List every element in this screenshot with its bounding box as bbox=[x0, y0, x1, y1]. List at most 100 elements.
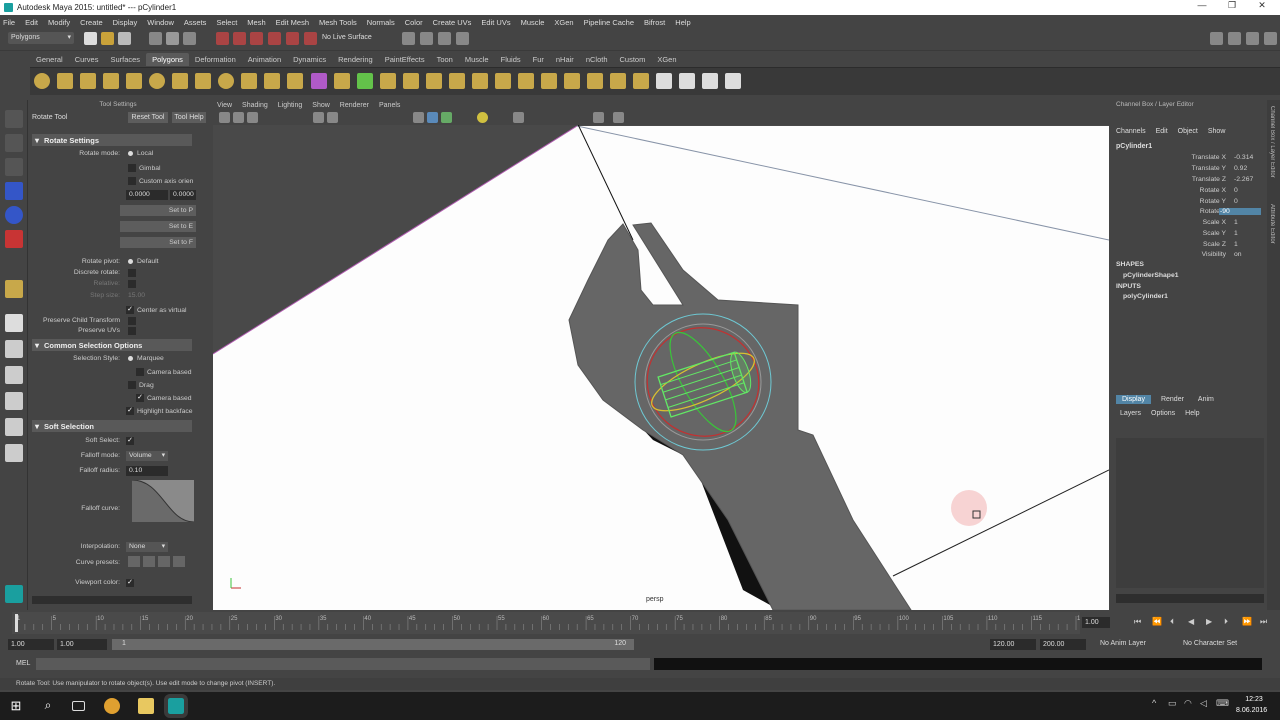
cb-menu-object[interactable]: Object bbox=[1178, 128, 1198, 135]
viewport-color-checkbox[interactable]: ✓ bbox=[126, 579, 137, 587]
axis-x-field[interactable]: 0.0000 bbox=[126, 190, 168, 200]
start-time-field[interactable]: 1.00 bbox=[8, 639, 54, 650]
selected-object-name[interactable]: pCylinder1 bbox=[1116, 143, 1152, 150]
menu-create-uvs[interactable]: Create UVs bbox=[433, 18, 472, 27]
channel-visibility[interactable]: Visibility on bbox=[1112, 251, 1262, 261]
bridge-icon[interactable] bbox=[449, 73, 465, 89]
go-to-start-icon[interactable]: ⏮ bbox=[1134, 617, 1144, 627]
platonic-solid-icon[interactable] bbox=[287, 73, 303, 89]
character-set-dropdown[interactable]: No Character Set bbox=[1183, 640, 1237, 647]
playback-start-field[interactable]: 1.00 bbox=[57, 639, 107, 650]
side-tab-attribute-editor[interactable]: Attribute Editor bbox=[1269, 204, 1275, 264]
channel-translate-x[interactable]: Translate X -0.314 bbox=[1112, 154, 1262, 164]
shelf-tab-surfaces[interactable]: Surfaces bbox=[104, 53, 146, 66]
scale-tool-icon[interactable] bbox=[5, 230, 23, 248]
center-virtual-checkbox[interactable]: ✓ Center as virtual bbox=[126, 306, 187, 314]
wireframe-icon[interactable] bbox=[413, 112, 424, 123]
falloff-mode-dropdown[interactable]: Volume ▾ bbox=[126, 451, 168, 461]
relative-checkbox[interactable] bbox=[128, 280, 139, 288]
select-tool-icon[interactable] bbox=[5, 110, 23, 128]
playback-end-field[interactable]: 120.00 bbox=[990, 639, 1036, 650]
poly-pipe-icon[interactable] bbox=[218, 73, 234, 89]
wireframe-on-shaded-icon[interactable] bbox=[441, 112, 452, 123]
append-polygon-icon[interactable] bbox=[472, 73, 488, 89]
poly-sphere-icon[interactable] bbox=[34, 73, 50, 89]
shelf-tab-xgen[interactable]: XGen bbox=[651, 53, 682, 66]
lasso-tool-icon[interactable] bbox=[5, 134, 23, 152]
bookmark-icon[interactable] bbox=[247, 112, 258, 123]
shelf-tab-polygons[interactable]: Polygons bbox=[146, 53, 189, 66]
go-to-end-icon[interactable]: ⏭ bbox=[1260, 617, 1270, 627]
viewport-scene[interactable] bbox=[213, 100, 1109, 610]
set-to-edge-button[interactable]: Set to E bbox=[120, 221, 196, 232]
menu-bifrost[interactable]: Bifrost bbox=[644, 18, 665, 27]
extrude-icon[interactable] bbox=[426, 73, 442, 89]
step-back-frame-icon[interactable]: ⏴ bbox=[1170, 617, 1180, 627]
close-button[interactable]: ✕ bbox=[1247, 0, 1277, 15]
film-gate-icon[interactable] bbox=[327, 112, 338, 123]
shelf-tab-painteffects[interactable]: PaintEffects bbox=[379, 53, 431, 66]
channel-rotate-z[interactable]: Rotate Z -90 bbox=[1112, 208, 1262, 218]
channel-rotate-y[interactable]: Rotate Y0 bbox=[1112, 198, 1262, 208]
magnet-icon[interactable] bbox=[304, 32, 317, 45]
channel-scale-z[interactable]: Scale Z1 bbox=[1112, 241, 1262, 251]
smooth-shade-icon[interactable] bbox=[427, 112, 438, 123]
camera-based-2-checkbox[interactable]: ✓ Camera based bbox=[136, 394, 192, 402]
minimize-button[interactable]: — bbox=[1187, 0, 1217, 15]
shelf-tab-rendering[interactable]: Rendering bbox=[332, 53, 379, 66]
end-time-field[interactable]: 200.00 bbox=[1040, 639, 1086, 650]
vp-menu-view[interactable]: View bbox=[217, 102, 232, 109]
mel-script-icon[interactable] bbox=[5, 585, 23, 603]
rotate-mode-custom[interactable]: Custom axis orien bbox=[128, 177, 193, 185]
shelf-tab-nhair[interactable]: nHair bbox=[550, 53, 580, 66]
booleans-icon[interactable] bbox=[403, 73, 419, 89]
menu-display[interactable]: Display bbox=[113, 18, 138, 27]
make-live-icon[interactable] bbox=[286, 32, 299, 45]
uv-editor-icon[interactable] bbox=[656, 73, 672, 89]
attribute-editor-icon[interactable] bbox=[1228, 32, 1241, 45]
menu-edit[interactable]: Edit bbox=[25, 18, 38, 27]
menu-color[interactable]: Color bbox=[405, 18, 423, 27]
shape-node[interactable]: pCylinderShape1 bbox=[1123, 272, 1179, 279]
menu-edit-mesh[interactable]: Edit Mesh bbox=[276, 18, 309, 27]
layout-four-icon[interactable] bbox=[5, 340, 23, 358]
current-time-marker[interactable] bbox=[15, 614, 18, 632]
shelf-tab-deformation[interactable]: Deformation bbox=[189, 53, 242, 66]
play-backwards-icon[interactable]: ◀ bbox=[1188, 617, 1198, 627]
play-forwards-icon[interactable]: ▶ bbox=[1206, 617, 1216, 627]
target-weld-icon[interactable] bbox=[564, 73, 580, 89]
search-icon[interactable]: ⌕ bbox=[40, 698, 56, 714]
render-frame-icon[interactable] bbox=[420, 32, 433, 45]
current-frame-field[interactable]: 1.00 bbox=[1082, 617, 1110, 628]
channel-rotate-x[interactable]: Rotate X0 bbox=[1112, 187, 1262, 197]
highlight-backface-checkbox[interactable]: ✓ Highlight backface bbox=[126, 407, 193, 415]
menu-mesh-tools[interactable]: Mesh Tools bbox=[319, 18, 357, 27]
select-component-icon[interactable] bbox=[183, 32, 196, 45]
menu-window[interactable]: Window bbox=[147, 18, 174, 27]
anim-layer-dropdown[interactable]: No Anim Layer bbox=[1100, 640, 1146, 647]
language-icon[interactable]: ⌨ bbox=[1216, 698, 1232, 714]
shelf-tab-curves[interactable]: Curves bbox=[69, 53, 105, 66]
vp-menu-show[interactable]: Show bbox=[312, 102, 330, 109]
gate-mask-icon[interactable] bbox=[613, 112, 624, 123]
preserve-uvs-checkbox[interactable] bbox=[128, 327, 139, 335]
menu-create[interactable]: Create bbox=[80, 18, 103, 27]
input-node[interactable]: polyCylinder1 bbox=[1123, 293, 1168, 300]
network-icon[interactable]: ▭ bbox=[1168, 698, 1184, 714]
xray-icon[interactable] bbox=[513, 112, 524, 123]
layer-menu-help[interactable]: Help bbox=[1185, 410, 1199, 417]
file-explorer-icon[interactable] bbox=[138, 698, 154, 714]
select-hierarchy-icon[interactable] bbox=[149, 32, 162, 45]
channel-scale-y[interactable]: Scale Y1 bbox=[1112, 230, 1262, 240]
rotate-mode-gimbal[interactable]: Gimbal bbox=[128, 164, 161, 172]
snap-point-icon[interactable] bbox=[250, 32, 263, 45]
smooth-icon[interactable] bbox=[380, 73, 396, 89]
vp-menu-lighting[interactable]: Lighting bbox=[278, 102, 303, 109]
vp-menu-renderer[interactable]: Renderer bbox=[340, 102, 369, 109]
poly-soccer-ball-icon[interactable] bbox=[264, 73, 280, 89]
channel-box-icon[interactable] bbox=[1264, 32, 1277, 45]
vp-menu-shading[interactable]: Shading bbox=[242, 102, 268, 109]
step-size-value[interactable]: 15.00 bbox=[128, 292, 145, 299]
falloff-curve-graph[interactable] bbox=[132, 480, 194, 522]
curve-preset-1-icon[interactable] bbox=[128, 556, 140, 567]
